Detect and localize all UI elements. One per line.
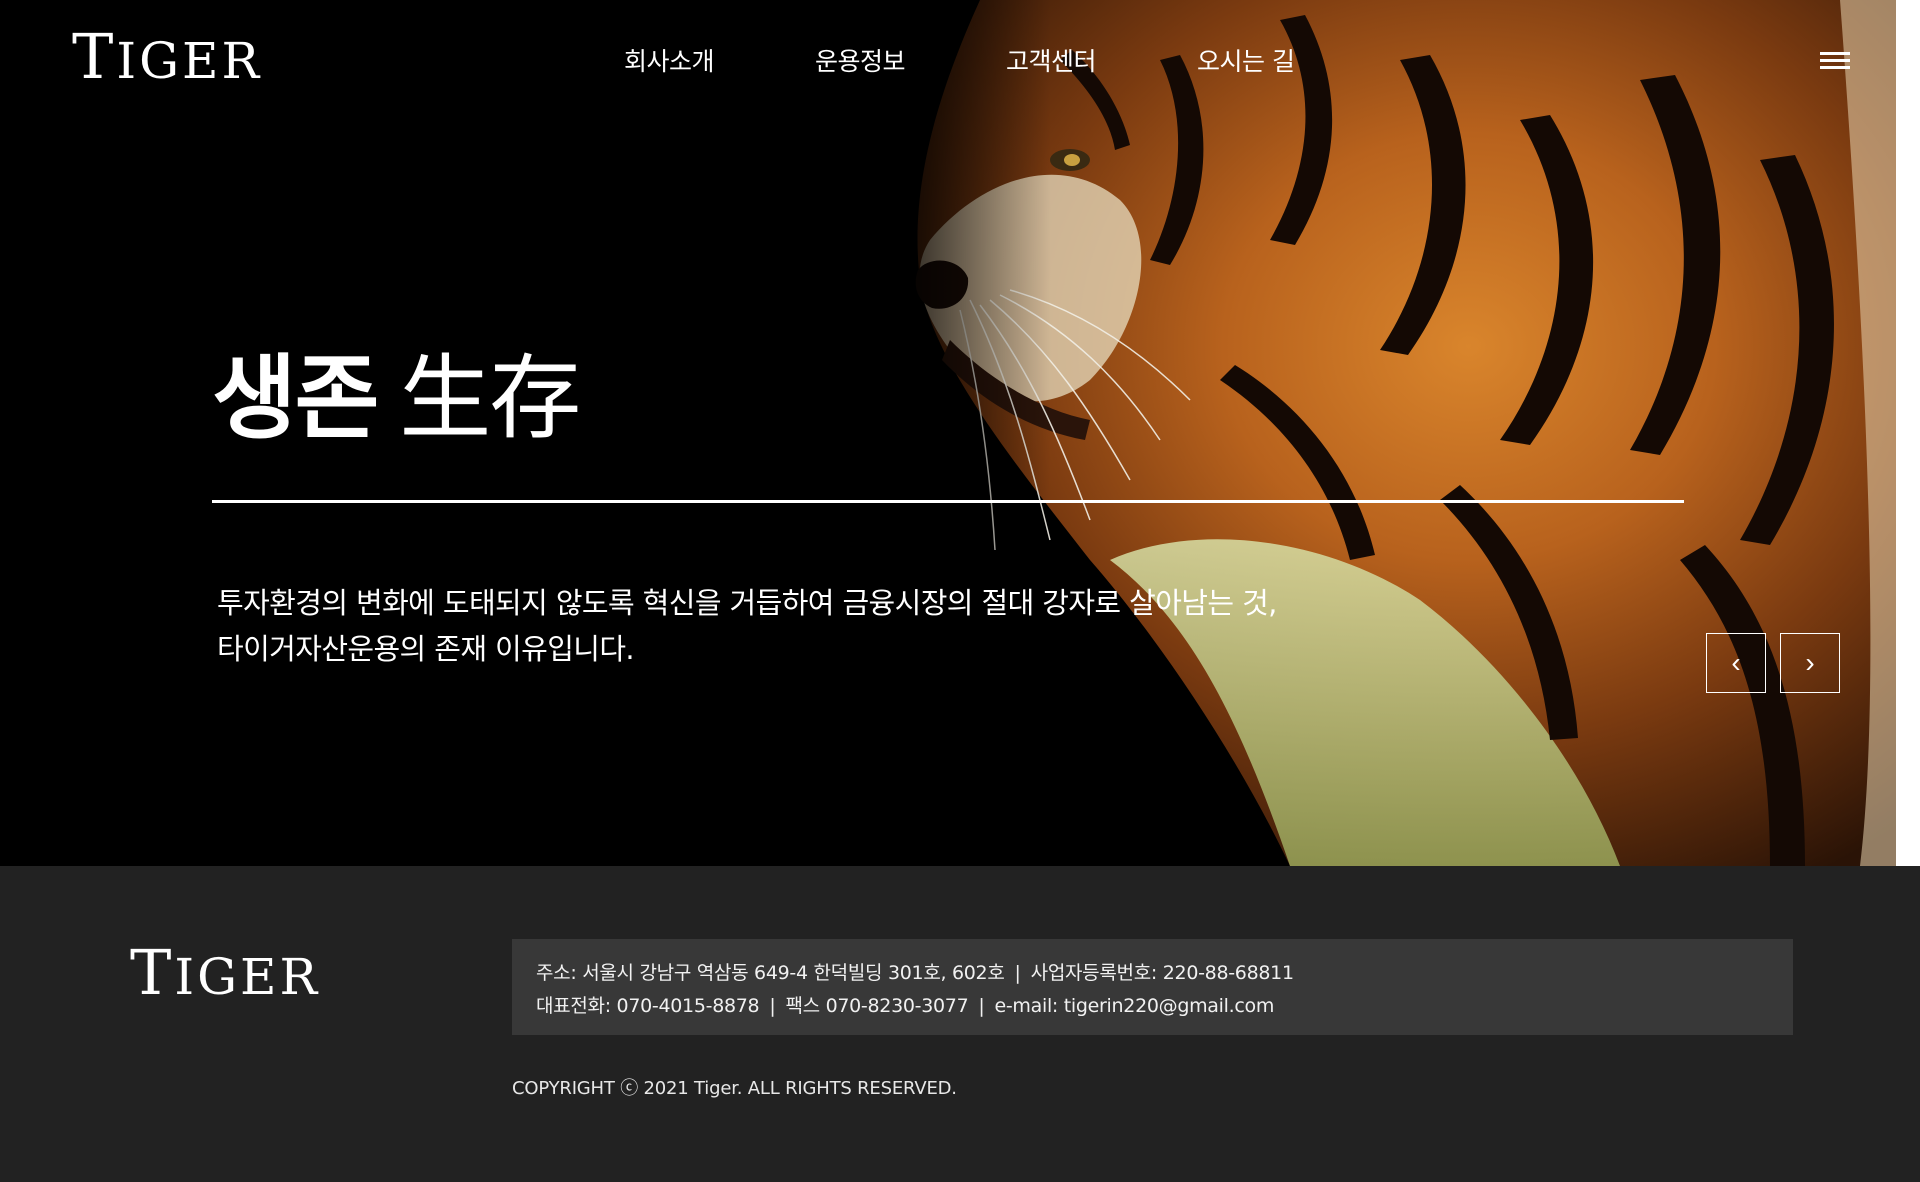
logo-initial: T [72,20,117,93]
email-link[interactable]: e-mail: tigerin220@gmail.com [994,995,1274,1017]
slide-next-button[interactable]: › [1780,633,1840,693]
page-edge-strip [1896,0,1920,866]
hamburger-line [1820,66,1850,69]
chevron-right-icon: › [1805,647,1815,678]
main-nav: 회사소개 운용정보 고객센터 오시는 길 [624,42,1388,78]
fax-text: 팩스 070-8230-3077 [785,995,969,1017]
hamburger-line [1820,59,1850,62]
hero-section: TIGER 회사소개 운용정보 고객센터 오시는 길 생존 生存 투자환경의 변화… [0,0,1920,866]
separator: | [1014,962,1021,984]
hero-description-line: 투자환경의 변화에 도태되지 않도록 혁신을 거듭하여 금융시장의 절대 강자로… [217,586,1277,620]
business-number-text: 사업자등록번호: 220-88-68811 [1030,962,1294,984]
nav-item-fund-info[interactable]: 운용정보 [815,42,1006,78]
address-text: 주소: 서울시 강남구 역삼동 649-4 한덕빌딩 301호, 602호 [536,962,1005,984]
hamburger-icon[interactable] [1820,52,1850,70]
hero-title-korean: 생존 [212,345,379,452]
hero-divider [212,500,1684,503]
info-line-address: 주소: 서울시 강남구 역삼동 649-4 한덕빌딩 301호, 602호 | 사업… [536,957,1769,990]
hero-description: 투자환경의 변화에 도태되지 않도록 혁신을 거듭하여 금융시장의 절대 강자로… [217,580,1277,672]
tiger-hero-image [860,0,1920,866]
copyright-text: COPYRIGHT ⓒ 2021 Tiger. ALL RIGHTS RESER… [512,1078,957,1099]
site-footer: TIGER 주소: 서울시 강남구 역삼동 649-4 한덕빌딩 301호, 6… [0,866,1920,1182]
hero-title-hanja: 生存 [399,345,581,452]
hero-description-line: 타이거자산운용의 존재 이유입니다. [217,632,635,666]
company-info-box: 주소: 서울시 강남구 역삼동 649-4 한덕빌딩 301호, 602호 | 사업… [512,939,1793,1035]
phone-text: 대표전화: 070-4015-8878 [536,995,760,1017]
hamburger-line [1820,52,1850,55]
nav-item-customer-center[interactable]: 고객센터 [1006,42,1197,78]
slide-prev-button[interactable]: ‹ [1706,633,1766,693]
footer-logo[interactable]: TIGER [130,942,320,1004]
page: TIGER 회사소개 운용정보 고객센터 오시는 길 생존 生存 투자환경의 변화… [0,0,1920,1182]
hero-title: 생존 生存 [212,345,581,452]
logo-rest: IGER [116,32,263,90]
site-logo[interactable]: TIGER [72,26,262,88]
separator: | [769,995,776,1017]
info-line-contact: 대표전화: 070-4015-8878 | 팩스 070-8230-3077 | e-m… [536,990,1769,1023]
chevron-left-icon: ‹ [1731,647,1741,678]
nav-item-company[interactable]: 회사소개 [624,42,815,78]
nav-item-directions[interactable]: 오시는 길 [1197,42,1388,78]
footer-logo-initial: T [130,936,175,1009]
footer-logo-rest: IGER [174,948,321,1006]
separator: | [978,995,985,1017]
